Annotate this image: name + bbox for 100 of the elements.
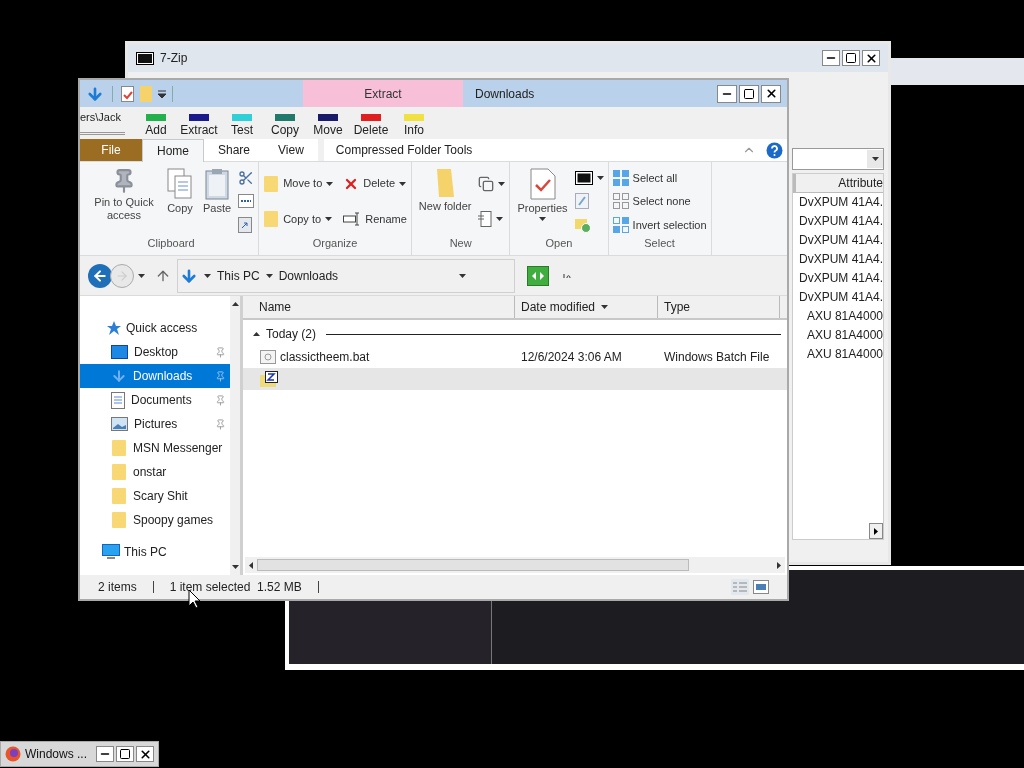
file-type: Windows Batch File xyxy=(663,349,770,366)
status-text: 1 item selected 1.52 MB xyxy=(169,579,302,596)
toolbar-button[interactable]: Copy xyxy=(264,114,306,139)
new-folder-icon xyxy=(435,168,456,198)
caret-icon xyxy=(498,181,506,186)
dropdown-field[interactable] xyxy=(792,148,884,170)
file-tab[interactable]: File xyxy=(80,139,142,161)
status-text: 2 items xyxy=(98,579,137,596)
ribbon-tab[interactable]: Home xyxy=(142,139,204,162)
group-header[interactable]: Today (2) xyxy=(266,325,317,343)
nav-item[interactable]: Pictures xyxy=(80,412,230,436)
easy-access-icon xyxy=(478,210,493,227)
ribbon-button[interactable]: Rename xyxy=(343,209,407,228)
file-row[interactable]: classictheem.bat 12/6/2024 3:06 AM Windows Batch File xyxy=(243,346,787,368)
ribbon-icon-button[interactable] xyxy=(478,209,506,228)
group-label: Organize xyxy=(311,235,359,251)
close-button[interactable] xyxy=(862,50,880,66)
ribbon-button[interactable]: Pin to Quick access xyxy=(88,168,160,235)
edit-icon xyxy=(574,193,589,210)
minimize-button[interactable] xyxy=(717,84,737,103)
folder-icon xyxy=(111,463,127,481)
help-icon[interactable] xyxy=(766,141,783,159)
nav-item[interactable]: Scary Shit xyxy=(80,484,230,508)
vertical-scrollbar[interactable] xyxy=(230,296,243,575)
thumbnail-view-icon[interactable] xyxy=(753,580,769,594)
ribbon-button[interactable]: Delete xyxy=(343,174,407,193)
nav-item[interactable]: Quick access xyxy=(80,316,230,340)
ribbon-button[interactable]: New folder xyxy=(415,168,475,235)
table-cell-text: DvXPUM 41A4. xyxy=(797,232,883,249)
customize-icon[interactable] xyxy=(158,89,166,98)
toolbar-button[interactable]: Info xyxy=(393,114,435,139)
breadcrumb-caret-icon xyxy=(204,273,211,278)
nav-item[interactable]: Spoopy games xyxy=(80,508,230,532)
minimize-button[interactable] xyxy=(822,50,840,66)
group-label: Open xyxy=(544,235,574,251)
column-header[interactable]: Type xyxy=(658,296,780,318)
maximize-button[interactable] xyxy=(842,50,860,66)
folder-icon xyxy=(111,511,127,529)
column-header[interactable]: Name xyxy=(243,296,515,318)
picture-icon xyxy=(111,417,128,431)
back-button[interactable] xyxy=(88,263,112,288)
close-button[interactable] xyxy=(761,84,781,103)
ribbon-icon-button[interactable] xyxy=(574,168,604,187)
folder-icon xyxy=(111,487,127,505)
maximize-button[interactable] xyxy=(739,84,759,103)
select-all-icon xyxy=(612,169,629,186)
toolbar-icon xyxy=(361,114,381,121)
toolbar-button[interactable]: Add xyxy=(135,114,177,139)
refresh-icon[interactable] xyxy=(527,265,549,286)
toolbar-icon xyxy=(189,114,209,121)
history-icon xyxy=(574,216,591,233)
address-field[interactable]: This PC Downloads xyxy=(177,258,515,293)
properties-icon[interactable] xyxy=(121,85,134,102)
toolbar-button[interactable]: Test xyxy=(221,114,263,139)
ribbon-tab[interactable]: View xyxy=(264,139,318,161)
horizontal-scrollbar[interactable] xyxy=(245,557,785,573)
breadcrumb[interactable]: Downloads xyxy=(278,266,339,285)
ribbon-button[interactable]: Copy to xyxy=(263,209,334,228)
ribbon-button[interactable]: Move to xyxy=(263,174,334,193)
ribbon-button[interactable]: Invert selection xyxy=(612,215,707,234)
scroll-right-icon xyxy=(874,527,878,535)
caret-icon xyxy=(326,181,334,186)
table-cell-text: DvXPUM 41A4. xyxy=(797,289,883,306)
ribbon-tab[interactable]: Compressed Folder Tools xyxy=(323,139,485,161)
scroll-right-button[interactable] xyxy=(869,523,883,539)
column-header[interactable]: Date modified xyxy=(515,296,658,318)
ribbon-button[interactable]: Select none xyxy=(612,192,707,211)
sort-caret-icon xyxy=(601,305,609,309)
maximize-icon xyxy=(743,87,755,100)
dropdown-caret-icon xyxy=(459,273,466,278)
scissors-icon xyxy=(238,169,255,186)
toolbar-button[interactable]: Extract xyxy=(178,114,220,139)
ribbon-button[interactable]: Select all xyxy=(612,168,707,187)
toolbar-button[interactable]: Move xyxy=(307,114,349,139)
maximize-button[interactable] xyxy=(116,746,134,762)
ribbon-button[interactable]: Properties xyxy=(514,168,571,235)
ribbon-button[interactable]: Paste xyxy=(200,168,235,235)
maximize-icon xyxy=(119,748,131,760)
collapse-icon[interactable] xyxy=(253,332,260,336)
path-icon xyxy=(238,194,255,209)
ribbon-tab[interactable]: Share xyxy=(204,139,265,161)
table-cell-text: AXU 81A4000 xyxy=(805,346,883,363)
nav-item[interactable]: This PC xyxy=(80,540,230,564)
ribbon-button[interactable]: Copy xyxy=(164,168,196,235)
caret-icon xyxy=(325,216,333,221)
nav-item[interactable]: Desktop xyxy=(80,340,230,364)
close-button[interactable] xyxy=(136,746,154,762)
document-icon xyxy=(111,391,125,409)
column-header[interactable]: Attribute xyxy=(793,174,883,193)
taskbar-button[interactable]: Windows ... xyxy=(0,741,159,767)
nav-item[interactable]: Documents xyxy=(80,388,230,412)
dropdown-caret-icon xyxy=(871,157,879,161)
ribbon-icon-button[interactable] xyxy=(238,192,255,211)
toolbar-button[interactable]: Delete xyxy=(350,114,392,139)
nav-item[interactable]: MSN Messenger xyxy=(80,436,230,460)
nav-item[interactable]: Downloads xyxy=(80,364,230,388)
folder-icon xyxy=(111,439,127,457)
nav-item[interactable]: onstar xyxy=(80,460,230,484)
breadcrumb[interactable]: This PC xyxy=(217,266,260,285)
minimize-button[interactable] xyxy=(96,746,114,762)
